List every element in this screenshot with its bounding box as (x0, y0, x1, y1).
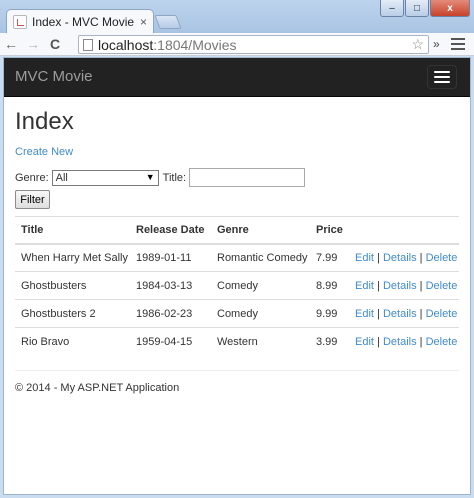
hamburger-line (434, 71, 450, 73)
back-arrow-icon[interactable]: ← (0, 36, 22, 52)
cell-price: 7.99 (310, 243, 349, 272)
table-header-row: Title Release Date Genre Price (15, 216, 459, 245)
action-separator: | (377, 307, 380, 320)
cell-price: 3.99 (316, 335, 338, 348)
main-content: Index Create New Genre: All ▼ Title: Fil… (15, 108, 459, 356)
title-label: Title: (162, 171, 187, 184)
column-header-actions (349, 216, 459, 245)
edit-link[interactable]: Edit (355, 280, 374, 292)
action-separator: | (419, 251, 423, 264)
cell-genre: Romantic Comedy (211, 243, 310, 272)
hamburger-line (434, 76, 450, 78)
cell-genre: Western (217, 335, 258, 348)
action-separator: | (377, 279, 380, 292)
chrome-menu-icon[interactable] (451, 38, 465, 53)
address-bar[interactable]: localhost:1804/Movies ☆ (78, 35, 429, 54)
menu-line (451, 48, 465, 50)
cell-release-date: 1959-04-15 (136, 335, 193, 348)
bookmark-star-icon[interactable]: ☆ (411, 36, 428, 53)
cell-genre: Comedy (211, 271, 310, 300)
reload-icon[interactable]: C (44, 36, 66, 52)
dropdown-arrow-icon: ▼ (145, 171, 155, 182)
cell-price: 9.99 (310, 299, 349, 328)
edit-link[interactable]: Edit (355, 336, 374, 348)
action-separator: | (419, 307, 423, 320)
site-navbar: MVC Movie (4, 58, 470, 97)
column-header-price: Price (310, 216, 349, 245)
details-link[interactable]: Details (383, 280, 417, 292)
page-footer: © 2014 - My ASP.NET Application (15, 382, 180, 394)
footer-divider (15, 370, 459, 371)
page-viewport: MVC Movie Index Create New Genre: All ▼ … (3, 57, 471, 495)
hamburger-line (434, 81, 450, 83)
menu-line (451, 38, 465, 40)
edit-link[interactable]: Edit (355, 308, 374, 320)
cell-title: Ghostbusters (15, 271, 130, 300)
window-close-button[interactable]: x (430, 0, 470, 17)
url-path: :1804/Movies (153, 36, 237, 53)
tab-favicon-icon (13, 14, 27, 29)
filter-button[interactable]: Filter (15, 190, 50, 209)
minimize-button[interactable]: – (380, 0, 404, 17)
movies-table: Title Release Date Genre Price When Harr… (15, 216, 459, 356)
forward-arrow-icon[interactable]: → (22, 36, 44, 52)
cell-title: Rio Bravo (21, 335, 70, 348)
cell-actions: Edit | Details | Delete (349, 243, 459, 272)
cell-release-date: 1989-01-11 (130, 243, 211, 272)
edit-link[interactable]: Edit (355, 252, 374, 264)
details-link[interactable]: Details (383, 252, 417, 264)
genre-label: Genre: (15, 171, 49, 184)
new-tab-button[interactable] (154, 15, 182, 29)
filter-form: Genre: All ▼ Title: (15, 168, 459, 187)
cell-actions: Edit | Details | Delete (349, 299, 459, 328)
create-new-link[interactable]: Create New (15, 146, 459, 158)
table-row: Ghostbusters 2 1986-02-23 Comedy 9.99 Edit |… (15, 299, 459, 328)
page-title: Index (15, 108, 74, 135)
cell-title: Ghostbusters 2 (15, 299, 130, 328)
table-row: Ghostbusters 1984-03-13 Comedy 8.99 Edit | D… (15, 271, 459, 300)
browser-titlebar: Index - MVC Movie × – □ x (0, 0, 474, 33)
url-text[interactable]: localhost:1804/Movies (98, 37, 411, 53)
cell-release-date: 1986-02-23 (130, 299, 211, 328)
delete-link[interactable]: Delete (426, 252, 458, 264)
site-brand[interactable]: MVC Movie (15, 68, 93, 85)
tab-title: Index - MVC Movie (32, 14, 135, 29)
action-separator: | (419, 335, 423, 348)
genre-select[interactable]: All ▼ (51, 169, 159, 186)
menu-line (451, 43, 465, 45)
table-row: When Harry Met Sally 1989-01-11 Romantic C… (15, 243, 459, 272)
cell-actions: Edit | Details | Delete (349, 271, 459, 300)
window-controls: – □ x (379, 0, 470, 17)
cell-genre: Comedy (211, 299, 310, 328)
details-link[interactable]: Details (383, 308, 417, 320)
delete-link[interactable]: Delete (426, 308, 458, 320)
genre-selected-value: All (55, 171, 68, 184)
cell-release-date: 1984-03-13 (130, 271, 211, 300)
cell-price: 8.99 (310, 271, 349, 300)
details-link[interactable]: Details (383, 336, 417, 348)
action-separator: | (419, 279, 423, 292)
title-search-input[interactable] (189, 168, 306, 187)
url-host: localhost (98, 36, 154, 53)
cell-title: When Harry Met Sally (15, 243, 130, 272)
action-separator: | (377, 251, 380, 264)
hamburger-menu-icon[interactable] (427, 65, 457, 89)
column-header-release-date: Release Date (130, 216, 211, 245)
browser-toolbar: ← → C localhost:1804/Movies ☆ » (0, 33, 474, 56)
action-separator: | (377, 335, 380, 348)
extensions-overflow-button[interactable]: » (433, 37, 440, 51)
delete-link[interactable]: Delete (426, 336, 458, 348)
column-header-title: Title (15, 216, 130, 245)
delete-link[interactable]: Delete (426, 280, 458, 292)
page-icon (83, 38, 93, 51)
close-icon[interactable]: × (140, 15, 147, 29)
cell-actions: Edit | Details | Delete (349, 328, 459, 356)
browser-tab[interactable]: Index - MVC Movie × (6, 9, 154, 33)
maximize-button[interactable]: □ (405, 0, 429, 17)
column-header-genre: Genre (211, 216, 310, 245)
table-row: Rio Bravo 1959-04-15 Western 3.99 Edit | Det… (15, 328, 459, 356)
